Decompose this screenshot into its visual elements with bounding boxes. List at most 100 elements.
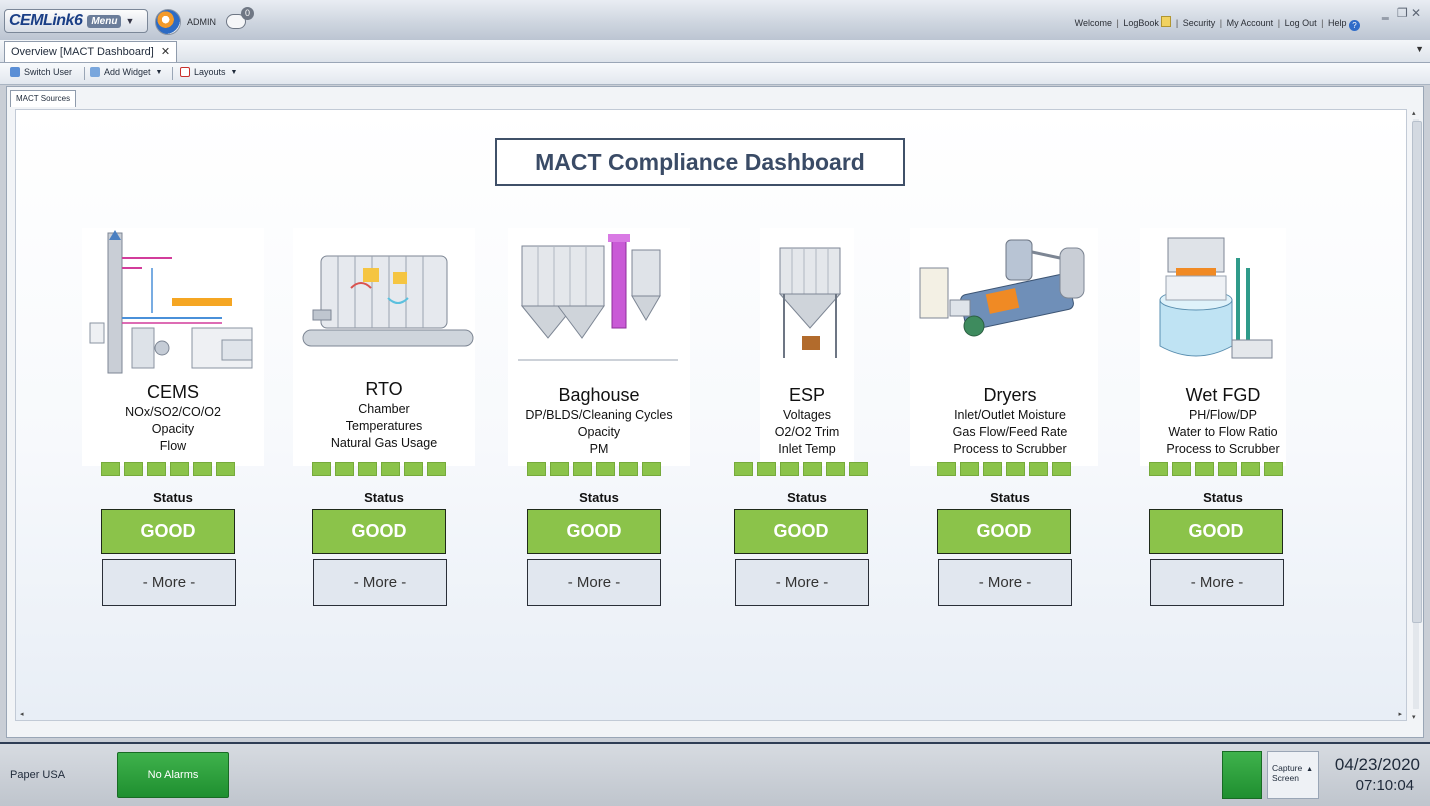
source-detail-line: O2/O2 Trim — [774, 425, 840, 439]
nav-welcome: Welcome — [1074, 18, 1112, 28]
source-name: ESP — [788, 385, 826, 405]
top-navigation: Welcome | LogBook | Security | My Accoun… — [1075, 16, 1360, 31]
messages-button[interactable]: 0 — [226, 7, 254, 32]
indicator-square — [734, 462, 753, 476]
nav-my-account[interactable]: My Account — [1227, 18, 1274, 28]
status-label: Status — [153, 490, 193, 505]
indicator-square — [1172, 462, 1191, 476]
source-detail-line: Opacity — [151, 422, 195, 436]
main-menu-button[interactable]: CEMLink6 Menu ▼ — [4, 9, 148, 33]
status-bar: Paper USA No Alarms Capture Screen ▲ 04/… — [0, 742, 1430, 806]
indicator-square — [960, 462, 979, 476]
cems-stack-illustration — [89, 230, 253, 374]
source-detail-line: PM — [589, 442, 609, 456]
vertical-scrollbar[interactable]: ▴ ▾ — [1409, 109, 1423, 721]
scroll-left-icon[interactable]: ◂ — [20, 710, 24, 718]
notebook-icon[interactable] — [1161, 16, 1172, 27]
nav-logbook[interactable]: LogBook — [1123, 18, 1159, 28]
source-detail-line: DP/BLDS/Cleaning Cycles — [525, 408, 673, 422]
status-good-button[interactable]: GOOD — [1149, 509, 1283, 554]
status-label: Status — [364, 490, 404, 505]
source-detail-line: Process to Scrubber — [1166, 442, 1280, 456]
indicator-square — [780, 462, 799, 476]
user-name: ADMIN — [187, 17, 216, 27]
indicator-square — [803, 462, 822, 476]
toolbar: Switch User Add Widget ▼ Layouts ▼ — [0, 63, 1430, 85]
capture-label-line2: Screen — [1272, 773, 1299, 783]
tab-label: Overview [MACT Dashboard] — [11, 46, 154, 58]
scroll-right-icon[interactable]: ▸ — [1398, 710, 1402, 718]
nav-separator: | — [1175, 18, 1179, 28]
indicator-row — [937, 462, 1071, 476]
status-good-button[interactable]: GOOD — [527, 509, 661, 554]
source-card-cems: CEMS NOx/SO2/CO/O2 Opacity Flow Status G… — [82, 228, 264, 608]
nav-separator: | — [1277, 18, 1281, 28]
more-button[interactable]: - More - — [938, 559, 1072, 606]
switch-user-button[interactable]: Switch User — [10, 67, 72, 77]
indicator-square — [573, 462, 592, 476]
user-avatar-icon[interactable] — [155, 9, 181, 35]
document-tab-strip: Overview [MACT Dashboard] ✕ ▼ — [0, 40, 1430, 63]
indicator-square — [849, 462, 868, 476]
scroll-thumb[interactable] — [1412, 121, 1422, 623]
more-button[interactable]: - More - — [527, 559, 661, 606]
message-count-badge: 0 — [241, 7, 254, 20]
indicator-row — [1149, 462, 1283, 476]
source-detail-line: Inlet Temp — [778, 442, 836, 456]
switch-user-label: Switch User — [24, 67, 73, 77]
nav-log-out[interactable]: Log Out — [1285, 18, 1317, 28]
indicator-square — [358, 462, 377, 476]
indicator-square — [596, 462, 615, 476]
source-name: Baghouse — [558, 385, 640, 405]
status-good-button[interactable]: GOOD — [734, 509, 868, 554]
indicator-square — [826, 462, 845, 476]
more-button[interactable]: - More - — [102, 559, 236, 606]
capture-screen-button[interactable]: Capture Screen ▲ — [1267, 751, 1319, 799]
source-detail-line: Water to Flow Ratio — [1168, 425, 1278, 439]
layouts-button[interactable]: Layouts ▼ — [180, 67, 237, 77]
indicator-square — [312, 462, 331, 476]
status-good-button[interactable]: GOOD — [101, 509, 235, 554]
status-indicator[interactable] — [1222, 751, 1262, 799]
layouts-label: Layouts — [194, 67, 226, 77]
rto-illustration — [302, 255, 474, 347]
source-detail-line: Inlet/Outlet Moisture — [954, 408, 1066, 422]
scroll-down-icon[interactable]: ▾ — [1412, 713, 1416, 721]
nav-security[interactable]: Security — [1183, 18, 1216, 28]
close-icon[interactable]: ✕ — [161, 46, 170, 58]
indicator-square — [404, 462, 423, 476]
help-icon[interactable]: ? — [1349, 20, 1360, 31]
more-button[interactable]: - More - — [313, 559, 447, 606]
toolbar-separator — [172, 67, 173, 80]
layout-icon — [180, 67, 190, 77]
more-button[interactable]: - More - — [735, 559, 869, 606]
source-card-dryers: Dryers Inlet/Outlet Moisture Gas Flow/Fe… — [910, 228, 1101, 608]
chevron-down-icon: ▼ — [230, 68, 238, 76]
status-label: Status — [787, 490, 827, 505]
indicator-square — [1264, 462, 1283, 476]
source-detail-line: Voltages — [783, 408, 831, 422]
source-name: CEMS — [146, 382, 199, 402]
minimize-icon[interactable]: ‗ — [1382, 6, 1389, 20]
indicator-square — [1195, 462, 1214, 476]
close-icon[interactable]: ✕ — [1411, 6, 1421, 20]
alarms-button[interactable]: No Alarms — [117, 752, 229, 798]
tab-mact-sources[interactable]: MACT Sources — [10, 90, 77, 107]
status-label: Status — [579, 490, 619, 505]
scroll-up-icon[interactable]: ▴ — [1412, 109, 1416, 117]
status-good-button[interactable]: GOOD — [937, 509, 1071, 554]
source-name: Dryers — [983, 385, 1037, 405]
widget-icon — [90, 67, 100, 77]
add-widget-button[interactable]: Add Widget ▼ — [90, 67, 162, 77]
workspace: MACT Sources MACT Compliance Dashboard C… — [6, 86, 1424, 738]
nav-help[interactable]: Help — [1328, 18, 1347, 28]
status-good-button[interactable]: GOOD — [312, 509, 446, 554]
indicator-square — [101, 462, 120, 476]
status-label: Status — [990, 490, 1030, 505]
restore-icon[interactable]: ❐ — [1397, 6, 1408, 20]
chevron-down-icon[interactable]: ▼ — [1415, 44, 1424, 54]
tab-overview-mact-dashboard[interactable]: Overview [MACT Dashboard] ✕ — [4, 41, 178, 62]
more-button[interactable]: - More - — [1150, 559, 1284, 606]
source-detail-line: Chamber — [358, 402, 410, 416]
source-name: RTO — [365, 379, 403, 399]
